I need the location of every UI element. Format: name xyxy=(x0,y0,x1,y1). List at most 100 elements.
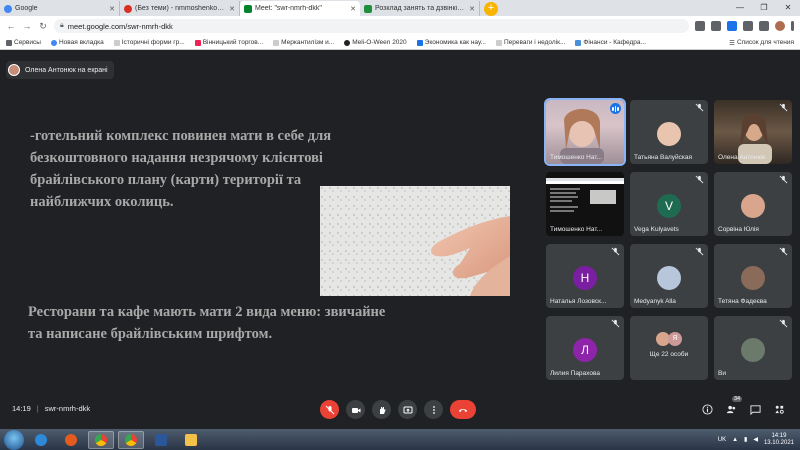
close-icon[interactable]: ✕ xyxy=(229,5,235,13)
extension-icon[interactable] xyxy=(727,21,737,31)
bookmark-item[interactable]: Meli-O-Ween 2020 xyxy=(344,39,407,46)
participant-tile[interactable]: V Vega Kulyavets xyxy=(630,172,708,236)
participant-name: Лилия Парахова xyxy=(550,370,600,377)
hand-icon xyxy=(379,406,385,414)
close-icon[interactable]: ✕ xyxy=(350,5,356,13)
page-icon xyxy=(416,39,423,46)
activities-button[interactable] xyxy=(772,402,786,416)
taskbar-app[interactable] xyxy=(178,431,204,449)
tray-expand-icon[interactable]: ▲ xyxy=(732,437,738,443)
leave-call-button[interactable] xyxy=(450,400,476,419)
mic-off-icon xyxy=(779,319,788,328)
menu-icon[interactable] xyxy=(791,21,794,31)
bookmark-item[interactable]: Меркантилізм и... xyxy=(273,39,334,46)
more-options-button[interactable] xyxy=(424,400,443,419)
mic-off-icon xyxy=(695,103,704,112)
participant-name: Тетяна Фадеєва xyxy=(718,298,767,305)
network-icon[interactable]: ▮ xyxy=(744,436,747,443)
meet-icon xyxy=(244,4,252,13)
participant-name: Тимошенко Нат... xyxy=(550,154,602,161)
activities-icon xyxy=(774,405,784,414)
app-icon xyxy=(65,433,77,446)
extension-icon[interactable] xyxy=(743,21,753,31)
puzzle-icon[interactable] xyxy=(759,21,769,31)
participant-tile[interactable]: Тетяна Фадеєва xyxy=(714,244,792,308)
speaking-indicator-icon xyxy=(610,103,621,114)
close-window-icon[interactable]: ✕ xyxy=(776,0,800,16)
forward-icon[interactable]: → xyxy=(22,21,32,31)
camera-icon xyxy=(351,407,360,413)
mic-off-icon xyxy=(779,103,788,112)
back-icon[interactable]: ← xyxy=(6,21,16,31)
clock-date: 13.10.2021 xyxy=(763,439,794,446)
participant-tile[interactable]: Татьяна Валуйская xyxy=(630,100,708,164)
close-icon[interactable]: ✕ xyxy=(109,5,115,13)
braille-image xyxy=(320,186,510,296)
taskbar-app[interactable] xyxy=(28,431,54,449)
avatar xyxy=(741,266,765,290)
people-icon xyxy=(726,405,735,413)
maximize-icon[interactable]: ❐ xyxy=(752,0,776,16)
taskbar-app[interactable] xyxy=(58,431,84,449)
mic-toggle-button[interactable] xyxy=(320,400,339,419)
bookmark-item[interactable]: Фінанси - Кафедра... xyxy=(575,39,646,46)
close-icon[interactable]: ✕ xyxy=(469,5,475,13)
minimize-icon[interactable]: — xyxy=(728,0,752,16)
start-button[interactable] xyxy=(4,429,24,450)
page-icon xyxy=(113,39,120,46)
raise-hand-button[interactable] xyxy=(372,400,391,419)
people-button[interactable] xyxy=(724,402,738,416)
bookmark-item[interactable]: Вінницький торгов... xyxy=(194,39,263,46)
taskbar-app[interactable] xyxy=(148,431,174,449)
meeting-details-button[interactable] xyxy=(700,402,714,416)
bookmark-item[interactable]: Новая вкладка xyxy=(50,39,104,46)
participant-tile[interactable]: Л Лилия Парахова xyxy=(546,316,624,380)
language-indicator[interactable]: UK xyxy=(718,437,726,443)
participant-tile[interactable]: Олена Антонюк xyxy=(714,100,792,164)
presenter-pill[interactable]: Олена Антонюк на екрані xyxy=(6,61,114,79)
folder-icon xyxy=(185,433,197,446)
participant-tile[interactable]: Н Наталья Лозовск... xyxy=(546,244,624,308)
avatar-group: Я xyxy=(656,332,686,348)
participant-tile[interactable]: Medyanyk Alla xyxy=(630,244,708,308)
mic-off-icon xyxy=(611,319,620,328)
camera-toggle-button[interactable] xyxy=(346,400,365,419)
tab-gmail[interactable]: (Без теми) - nmmoshenkom@g ✕ xyxy=(120,1,240,16)
bookmark-item[interactable]: Переваги і недолік... xyxy=(495,39,566,46)
present-button[interactable] xyxy=(398,400,417,419)
window-controls: — ❐ ✕ xyxy=(728,0,800,16)
tab-google[interactable]: Google ✕ xyxy=(0,1,120,16)
meeting-controls: 14:19 | swr-nmrh-dkk 34 xyxy=(0,389,800,429)
reload-icon[interactable]: ↻ xyxy=(38,21,48,32)
participant-name: Сорвіна Юлія xyxy=(718,226,759,233)
bookmark-item[interactable]: Історичні форми гр... xyxy=(113,39,185,46)
reading-list-label: Список для чтения xyxy=(737,39,794,46)
volume-icon[interactable]: ◀ xyxy=(753,436,758,443)
avatar[interactable] xyxy=(775,21,785,31)
participant-tile[interactable]: Сорвіна Юлія xyxy=(714,172,792,236)
bookmark-label: Переваги і недолік... xyxy=(503,39,566,46)
camera-icon[interactable] xyxy=(695,21,705,31)
clock[interactable]: 14:19 13.10.2021 xyxy=(764,433,794,447)
people-count-badge: 34 xyxy=(732,396,743,402)
tab-meet[interactable]: Meet: "swr-nmrh-dkk" ✕ xyxy=(240,1,360,16)
participant-tile[interactable]: Тимошенко Нат... xyxy=(546,172,624,236)
chat-button[interactable] xyxy=(748,402,762,416)
reading-list[interactable]: ☰ Список для чтения xyxy=(729,39,794,47)
bookmark-item[interactable]: Экономика как нау... xyxy=(416,39,486,46)
taskbar-app[interactable] xyxy=(88,430,114,449)
url-field[interactable]: 🔒︎ meet.google.com/swr-nmrh-dkk xyxy=(54,19,689,33)
self-tile[interactable]: Ви xyxy=(714,316,792,380)
page-icon xyxy=(575,39,582,46)
star-icon[interactable] xyxy=(711,21,721,31)
taskbar-app[interactable] xyxy=(118,430,144,449)
bookmark-apps[interactable]: Сервисы xyxy=(6,39,41,46)
more-participants-tile[interactable]: Я Ще 22 особи xyxy=(630,316,708,380)
avatar xyxy=(657,122,681,146)
tab-schedule[interactable]: Розклад занять та дзвінків | "Б..." ✕ xyxy=(360,1,480,16)
participant-tile[interactable]: Тимошенко Нат... xyxy=(544,98,626,166)
new-tab-button[interactable]: + xyxy=(484,2,498,16)
hangup-icon xyxy=(458,408,468,412)
participant-name: Наталья Лозовск... xyxy=(550,298,607,305)
mic-off-icon xyxy=(695,247,704,256)
